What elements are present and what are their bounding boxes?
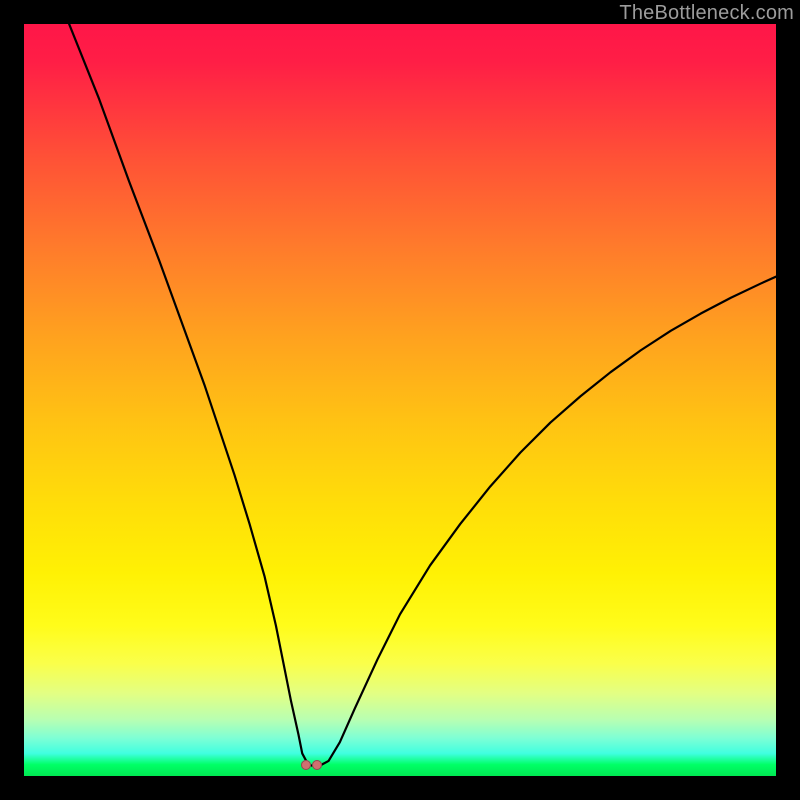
watermark-label: TheBottleneck.com: [619, 2, 794, 25]
chart-frame: TheBottleneck.com: [0, 0, 800, 800]
marker-layer: [24, 24, 776, 776]
data-marker: [312, 760, 322, 770]
data-marker: [301, 760, 311, 770]
plot-area: [24, 24, 776, 776]
